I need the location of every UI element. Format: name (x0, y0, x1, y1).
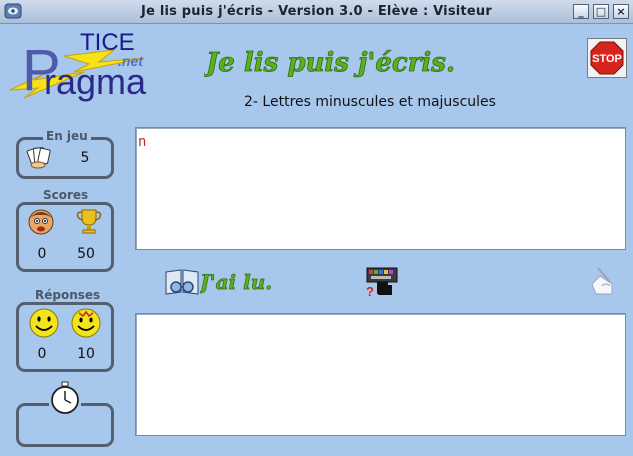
reponses-label: Réponses (32, 289, 104, 302)
student-face-icon (28, 209, 54, 235)
smiley-icon (29, 308, 59, 338)
reading-text: n (138, 134, 147, 150)
maximize-icon: □ (595, 5, 607, 18)
maximize-button[interactable]: □ (593, 4, 609, 19)
cards-icon (26, 147, 51, 169)
en-jeu-label: En jeu (43, 130, 91, 143)
minimize-icon: _ (578, 5, 584, 18)
jai-lu-button[interactable]: J'ai lu. (200, 267, 310, 297)
close-icon: × (616, 5, 626, 18)
writing-input[interactable] (135, 313, 626, 436)
jai-lu-label: J'ai lu. (200, 270, 272, 294)
reading-box (135, 127, 626, 250)
write-hand-icon[interactable] (586, 264, 620, 298)
page-title: Je lis puis j'écris. (204, 48, 455, 79)
lesson-subtitle: 2- Lettres minuscules et majuscules (244, 94, 496, 110)
stop-button[interactable]: STOP (587, 38, 627, 78)
stopwatch-icon[interactable] (49, 381, 81, 415)
page-title-text: Je lis puis j'écris. (204, 48, 455, 78)
title-bar: Je lis puis j'écris - Version 3.0 - Elèv… (0, 0, 633, 24)
logo-tice: TICE (80, 29, 135, 56)
reponses-left-value: 0 (37, 346, 47, 362)
logo-ragma: ragma (44, 61, 147, 102)
reponses-right-value: 10 (77, 346, 95, 362)
en-jeu-value: 5 (80, 150, 90, 166)
score-left-value: 0 (37, 246, 47, 262)
svg-text:?: ? (366, 284, 374, 298)
score-right-value: 50 (77, 246, 95, 262)
pragma-logo: P TICE .net ragma (9, 29, 147, 103)
trophy-icon (76, 209, 102, 234)
scores-label: Scores (40, 189, 92, 202)
window-title: Je lis puis j'écris - Version 3.0 - Elèv… (141, 4, 492, 19)
close-button[interactable]: × (613, 4, 629, 19)
minimize-button[interactable]: _ (573, 4, 589, 19)
read-book-icon[interactable] (164, 266, 200, 298)
smiley-correct-icon (71, 308, 101, 338)
keyboard-help-icon[interactable]: ? (364, 266, 400, 298)
stop-label: STOP (592, 53, 622, 65)
